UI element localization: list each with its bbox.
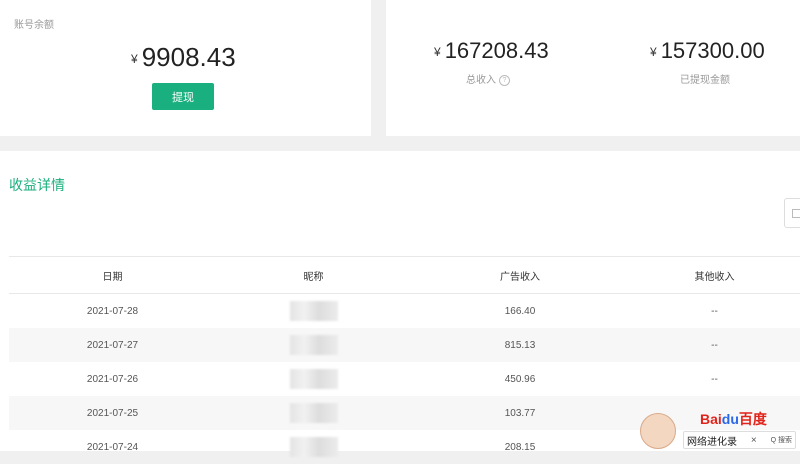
- income-summary-card: ¥167208.43 总收入? ¥157300.00 已提现金额: [386, 0, 800, 136]
- currency-symbol: ¥: [131, 52, 138, 67]
- account-balance-card: 账号余额 ¥9908.43 提现: [0, 0, 371, 136]
- cell-other-income: [629, 396, 800, 430]
- cell-nickname: [216, 294, 411, 329]
- column-header-ad-income: 广告收入: [411, 256, 629, 294]
- withdrawn-amount: ¥157300.00: [650, 38, 765, 64]
- account-balance-label: 账号余额: [14, 20, 54, 31]
- cell-other-income: --: [711, 305, 718, 317]
- currency-symbol: ¥: [650, 45, 657, 60]
- cell-ad-income: 450.96: [504, 373, 536, 385]
- table-header-row: 日期 昵称 广告收入 其他收入: [9, 256, 800, 294]
- blurred-nickname: [289, 403, 338, 423]
- help-icon[interactable]: ?: [499, 74, 510, 86]
- income-details-panel: 收益详情 日期 昵称 广告收入 其他收入 2021-07-28 166.40 -…: [0, 151, 800, 457]
- cell-nickname: [216, 396, 411, 430]
- blurred-nickname: [289, 369, 338, 389]
- cell-other-income: [629, 430, 800, 464]
- income-details-title: 收益详情: [9, 177, 65, 193]
- blurred-nickname: [289, 335, 338, 355]
- cell-other-income: --: [629, 328, 800, 362]
- column-header-other-income: 其他收入: [629, 256, 800, 294]
- cell-date: 2021-07-26: [86, 373, 139, 385]
- total-income-amount: ¥167208.43: [434, 38, 549, 64]
- table-row: 2021-07-24 208.15: [9, 430, 800, 464]
- withdrawn-label: 已提现金额: [680, 75, 730, 86]
- cell-date: 2021-07-28: [86, 305, 139, 317]
- cell-ad-income: 166.40: [504, 305, 536, 317]
- cell-other-income: --: [711, 373, 718, 385]
- withdrawn-value: 157300.00: [660, 38, 765, 63]
- cell-ad-income: 208.15: [504, 441, 536, 453]
- cell-date: 2021-07-27: [9, 328, 216, 362]
- total-income-value: 167208.43: [444, 38, 549, 63]
- table-row: 2021-07-25 103.77: [9, 396, 800, 430]
- cell-nickname: [216, 328, 411, 362]
- export-icon[interactable]: [784, 198, 800, 228]
- total-income-label: 总收入?: [466, 71, 510, 86]
- column-header-date: 日期: [9, 256, 216, 294]
- table-row: 2021-07-27 815.13 --: [9, 328, 800, 362]
- cell-date: 2021-07-24: [86, 441, 139, 453]
- cell-nickname: [216, 362, 411, 396]
- cell-ad-income: 103.77: [411, 396, 629, 430]
- account-balance-amount: ¥9908.43: [131, 42, 236, 73]
- table-row: 2021-07-26 450.96 --: [9, 362, 800, 396]
- cell-date: 2021-07-25: [9, 396, 216, 430]
- total-income-text: 总收入: [466, 75, 496, 86]
- income-table: 日期 昵称 广告收入 其他收入 2021-07-28 166.40 -- 202…: [9, 256, 800, 464]
- cell-ad-income: 815.13: [411, 328, 629, 362]
- currency-symbol: ¥: [434, 45, 441, 60]
- blurred-nickname: [289, 437, 338, 457]
- column-header-nickname: 昵称: [216, 256, 411, 294]
- balance-value: 9908.43: [141, 42, 236, 72]
- cell-nickname: [216, 430, 411, 464]
- blurred-nickname: [289, 301, 338, 321]
- withdraw-button[interactable]: 提现: [152, 83, 214, 110]
- table-row: 2021-07-28 166.40 --: [9, 294, 800, 329]
